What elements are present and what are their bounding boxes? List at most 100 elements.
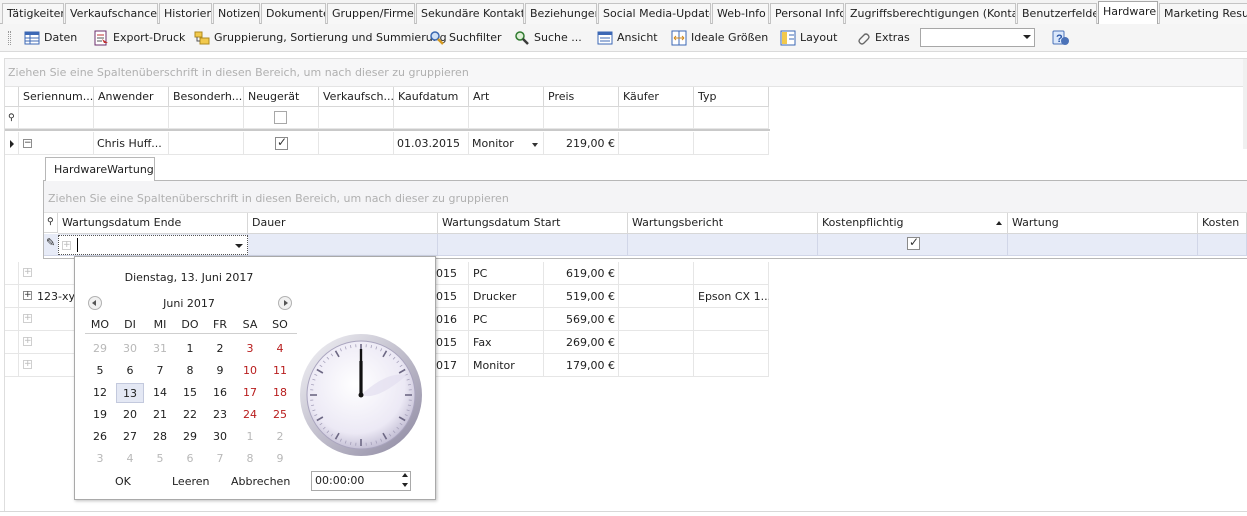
calendar-day[interactable]: 7 (206, 449, 234, 469)
tab-dokumente[interactable]: Dokumente (261, 3, 326, 24)
filter-cell[interactable] (94, 107, 169, 129)
chevron-down-icon[interactable] (1023, 35, 1031, 39)
detail-column-header[interactable]: Wartungsdatum Start (438, 213, 628, 234)
help-icon[interactable]: ? (1052, 29, 1070, 47)
detail-column-header[interactable]: Dauer (248, 213, 438, 234)
calendar-day[interactable]: 18 (266, 383, 294, 403)
filter-cell[interactable] (619, 107, 694, 129)
calendar-day[interactable]: 1 (176, 339, 204, 359)
calendar-day[interactable]: 28 (146, 427, 174, 447)
toolbar-daten-button[interactable]: Daten (24, 27, 79, 49)
calendar-day[interactable]: 21 (146, 405, 174, 425)
calendar-day[interactable]: 3 (236, 339, 264, 359)
expand-icon[interactable]: + (23, 291, 32, 300)
calendar-day[interactable]: 17 (236, 383, 264, 403)
calendar-day[interactable]: 19 (86, 405, 114, 425)
ok-button[interactable]: OK (115, 475, 131, 488)
column-header[interactable]: Kaufdatum (394, 87, 469, 107)
tab-hardwarewartung[interactable]: HardwareWartung (45, 157, 155, 181)
spin-down-icon[interactable] (402, 483, 408, 487)
filter-cell[interactable] (319, 107, 394, 129)
calendar-day[interactable]: 10 (236, 361, 264, 381)
spin-up-icon[interactable] (402, 473, 408, 477)
today-label[interactable]: Dienstag, 13. Juni 2017 (75, 271, 303, 284)
calendar-day[interactable]: 12 (86, 383, 114, 403)
column-header[interactable]: Verkaufsch... (319, 87, 394, 107)
tab-sekundäre-kontakte[interactable]: Sekundäre Kontakte (416, 3, 524, 24)
calendar-day[interactable]: 9 (206, 361, 234, 381)
toolbar-suche-button[interactable]: Suche ... (514, 27, 584, 49)
calendar-day[interactable]: 14 (146, 383, 174, 403)
calendar-day[interactable]: 6 (176, 449, 204, 469)
calendar-day[interactable]: 7 (146, 361, 174, 381)
toolbar-export-druck-button[interactable]: Export-Druck (93, 27, 185, 49)
calendar-day[interactable]: 20 (116, 405, 144, 425)
calendar-day[interactable]: 11 (266, 361, 294, 381)
filter-cell[interactable] (394, 107, 469, 129)
collapse-icon[interactable]: − (23, 139, 32, 148)
search-icon[interactable]: ⚲ (47, 217, 54, 227)
calendar-day[interactable]: 26 (86, 427, 114, 447)
column-header[interactable]: Käufer (619, 87, 694, 107)
calendar-day[interactable]: 4 (266, 339, 294, 359)
calendar-day[interactable]: 16 (206, 383, 234, 403)
calendar-day[interactable]: 24 (236, 405, 264, 425)
calendar-day[interactable]: 4 (116, 449, 144, 469)
calendar-day[interactable]: 30 (206, 427, 234, 447)
calendar-day[interactable]: 5 (146, 449, 174, 469)
calendar-day[interactable]: 29 (86, 339, 114, 359)
filter-neugeraet-checkbox[interactable] (274, 111, 287, 124)
tab-tätigkeiten[interactable]: Tätigkeiten (2, 3, 64, 24)
expand-icon[interactable]: + (23, 268, 32, 277)
tab-gruppen-firmen[interactable]: Gruppen/Firmen (327, 3, 415, 24)
toolbar-combo[interactable] (920, 28, 1035, 47)
calendar-day[interactable]: 9 (266, 449, 294, 469)
toolbar-gruppierung-sortierung-und-summierung-button[interactable]: Gruppierung, Sortierung und Summierung (194, 27, 447, 49)
expand-icon[interactable]: + (23, 337, 32, 346)
tab-hardware[interactable]: Hardware (1098, 1, 1158, 25)
month-label[interactable]: Juni 2017 (115, 297, 263, 310)
tab-beziehungen[interactable]: Beziehungen (525, 3, 597, 24)
detail-column-header[interactable]: Kostenpflichtig (818, 213, 1008, 234)
column-header[interactable]: Preis (544, 87, 619, 107)
clear-button[interactable]: Leeren (172, 475, 210, 488)
toolbar-grip[interactable] (8, 31, 11, 45)
expand-icon[interactable]: + (23, 360, 32, 369)
tab-benutzerfelder[interactable]: Benutzerfelder (1017, 3, 1097, 24)
calendar-day[interactable]: 25 (266, 405, 294, 425)
calendar-day[interactable]: 31 (146, 339, 174, 359)
tab-zugriffsberechtigungen-kontakt[interactable]: Zugriffsberechtigungen (Kontakt) (845, 3, 1016, 24)
detail-column-header[interactable]: Wartung (1008, 213, 1198, 234)
calendar-day[interactable]: 1 (236, 427, 264, 447)
selected-day[interactable]: 13 (116, 383, 144, 403)
tab-personal-info[interactable]: Personal Info (770, 3, 844, 24)
detail-column-header[interactable]: Kosten (1198, 213, 1247, 234)
wartungsdatum-ende-editor[interactable]: + (58, 235, 248, 255)
calendar-day[interactable]: 29 (176, 427, 204, 447)
column-header[interactable]: Art (469, 87, 544, 107)
calendar-day[interactable]: 8 (236, 449, 264, 469)
chevron-down-icon[interactable] (532, 143, 538, 147)
calendar-day[interactable]: 27 (116, 427, 144, 447)
time-input[interactable]: 00:00:00 (311, 471, 411, 491)
calendar-day[interactable]: 2 (266, 427, 294, 447)
detail-column-header[interactable]: Wartungsdatum Ende (58, 213, 248, 234)
toolbar-layout-button[interactable]: Layout (780, 27, 840, 49)
calendar-day[interactable]: 8 (176, 361, 204, 381)
tab-verkaufschancen[interactable]: Verkaufschancen (65, 3, 158, 24)
chevron-down-icon[interactable] (235, 244, 243, 248)
tab-social-media-updates[interactable]: Social Media-Updates (598, 3, 711, 24)
tab-notizen[interactable]: Notizen (213, 3, 260, 24)
calendar-day[interactable]: 30 (116, 339, 144, 359)
filter-cell[interactable] (19, 107, 94, 129)
calendar-day[interactable]: 22 (176, 405, 204, 425)
neugeraet-checkbox[interactable] (275, 135, 288, 150)
calendar-day[interactable]: 15 (176, 383, 204, 403)
column-header[interactable]: Anwender (94, 87, 169, 107)
tab-historien[interactable]: Historien (159, 3, 212, 24)
filter-cell[interactable] (169, 107, 244, 129)
calendar-day[interactable]: 5 (86, 361, 114, 381)
column-header[interactable]: Besonderh... (169, 87, 244, 107)
column-header[interactable]: Seriennum... (19, 87, 94, 107)
calendar-day[interactable]: 23 (206, 405, 234, 425)
